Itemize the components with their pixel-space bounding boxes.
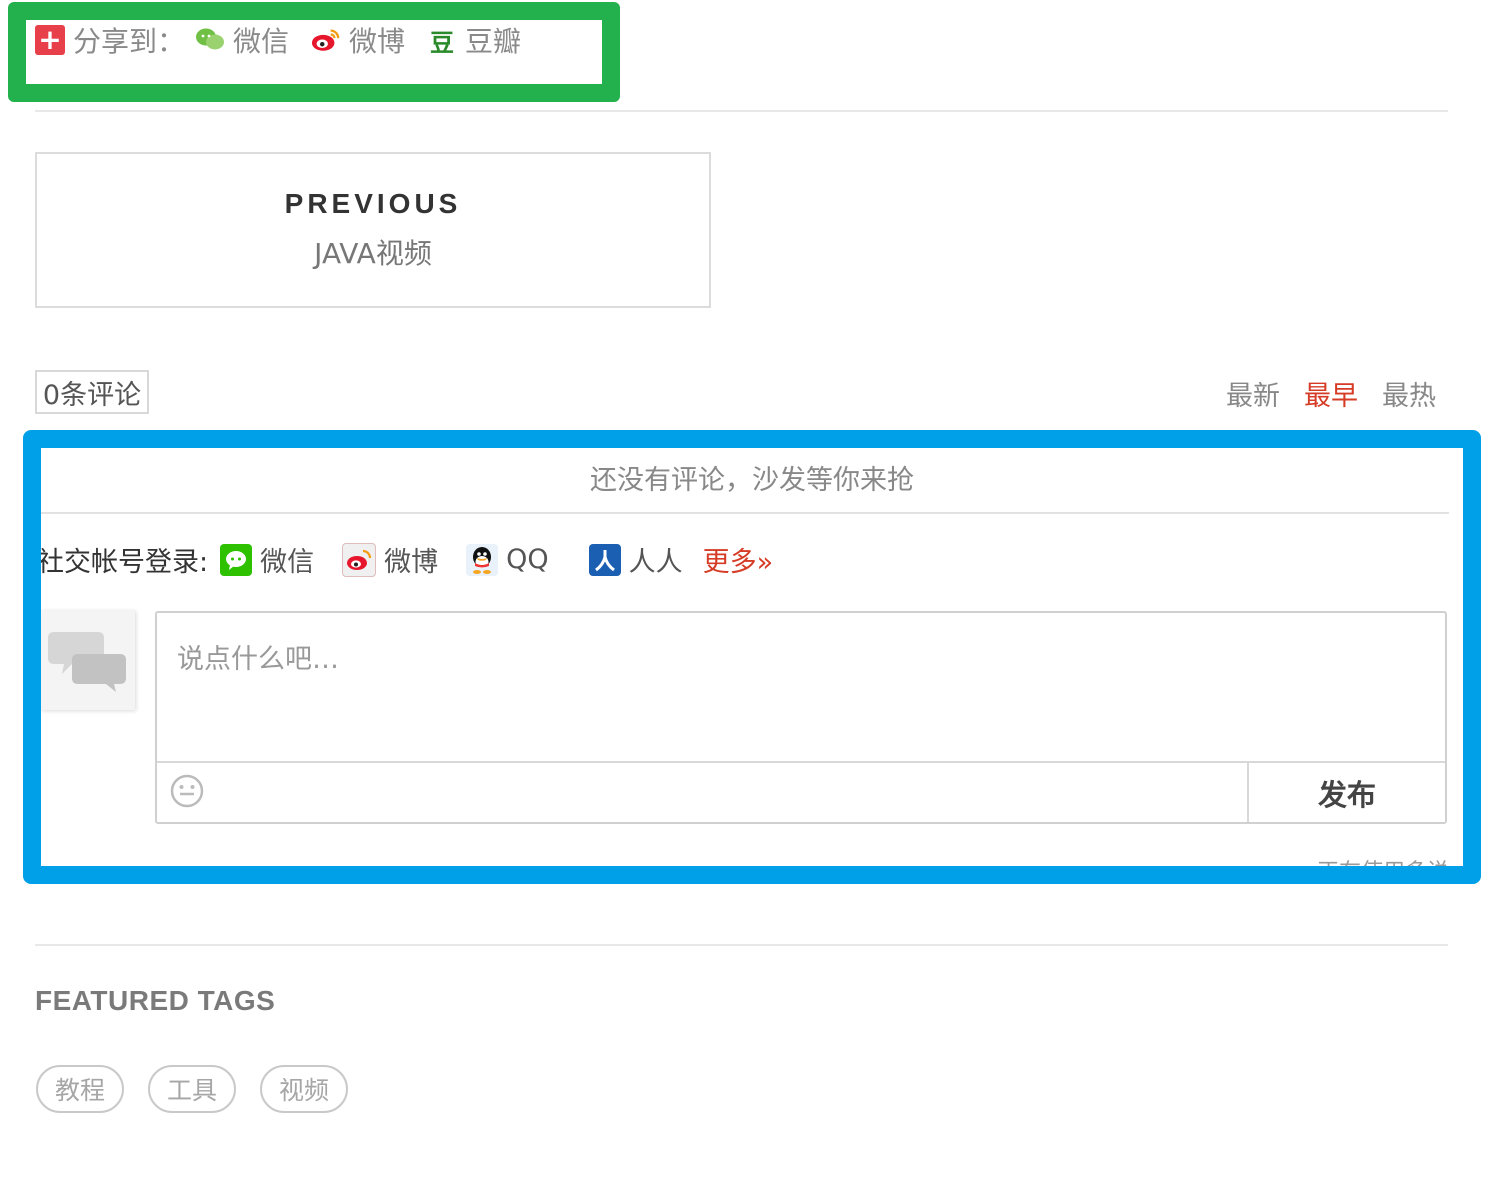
share-plus-icon[interactable]: + xyxy=(35,25,65,55)
previous-post-link[interactable]: PREVIOUS JAVA视频 xyxy=(35,152,711,308)
wechat-icon xyxy=(195,25,225,55)
divider xyxy=(41,512,1449,514)
featured-tags-list: 教程 工具 视频 xyxy=(36,1065,372,1113)
share-wechat-label: 微信 xyxy=(233,25,290,58)
login-weibo[interactable]: 微博 xyxy=(342,540,438,579)
editor-toolbar: 发布 xyxy=(157,761,1445,822)
comment-sort-options: 最新 最早 最热 xyxy=(1202,374,1436,413)
sort-newest[interactable]: 最新 xyxy=(1226,374,1280,413)
share-weibo-label: 微博 xyxy=(349,25,406,58)
login-weibo-label: 微博 xyxy=(384,547,439,578)
sort-hottest[interactable]: 最热 xyxy=(1382,374,1436,413)
tag-tools[interactable]: 工具 xyxy=(148,1065,236,1113)
qq-icon xyxy=(466,543,499,576)
share-bar: + 分享到： 微信 微博 豆 豆瓣 xyxy=(35,22,521,58)
login-renren-label: 人人 xyxy=(628,547,683,578)
weibo-icon xyxy=(311,25,341,55)
comment-bubbles-icon xyxy=(48,632,126,692)
avatar xyxy=(41,610,135,710)
comment-editor: 发布 xyxy=(155,611,1447,824)
social-login-label: 社交帐号登录: xyxy=(41,547,209,578)
empty-comments-message: 还没有评论，沙发等你来抢 xyxy=(590,465,914,496)
comment-input[interactable] xyxy=(157,613,1445,761)
login-wechat-label: 微信 xyxy=(260,547,315,578)
share-weibo[interactable]: 微博 xyxy=(311,20,405,60)
more-login-link[interactable]: 更多» xyxy=(703,540,774,579)
wechat-login-icon xyxy=(220,543,253,576)
login-wechat[interactable]: 微信 xyxy=(220,540,314,579)
sort-oldest[interactable]: 最早 xyxy=(1304,374,1358,413)
tag-tutorial[interactable]: 教程 xyxy=(36,1065,124,1113)
previous-post-title: JAVA视频 xyxy=(314,237,432,270)
comment-count-tab[interactable]: 0条评论 xyxy=(35,370,149,414)
comment-widget: 还没有评论，沙发等你来抢 社交帐号登录: 微信 微博 QQ 人人 更多» 说点什… xyxy=(41,448,1463,866)
powered-by-text: … 正在使用多说 xyxy=(1288,854,1449,866)
login-qq-label: QQ xyxy=(506,544,549,575)
share-douban-label: 豆瓣 xyxy=(465,25,522,58)
share-wechat[interactable]: 微信 xyxy=(195,20,289,60)
share-label: 分享到： xyxy=(73,25,186,58)
divider xyxy=(35,944,1448,946)
emoji-icon[interactable] xyxy=(169,773,205,809)
weibo-login-icon xyxy=(342,542,377,577)
share-douban[interactable]: 豆 豆瓣 xyxy=(427,20,521,60)
social-login-bar: 社交帐号登录: 微信 微博 QQ 人人 更多» xyxy=(41,540,773,579)
renren-icon xyxy=(588,543,621,576)
login-qq[interactable]: QQ xyxy=(466,543,549,576)
publish-button[interactable]: 发布 xyxy=(1247,763,1445,822)
divider xyxy=(35,110,1448,112)
featured-tags-title: FEATURED TAGS xyxy=(35,985,276,1016)
tag-video[interactable]: 视频 xyxy=(260,1065,348,1113)
previous-label: PREVIOUS xyxy=(284,188,462,219)
douban-icon: 豆 xyxy=(429,27,456,57)
login-renren[interactable]: 人人 xyxy=(588,540,683,579)
